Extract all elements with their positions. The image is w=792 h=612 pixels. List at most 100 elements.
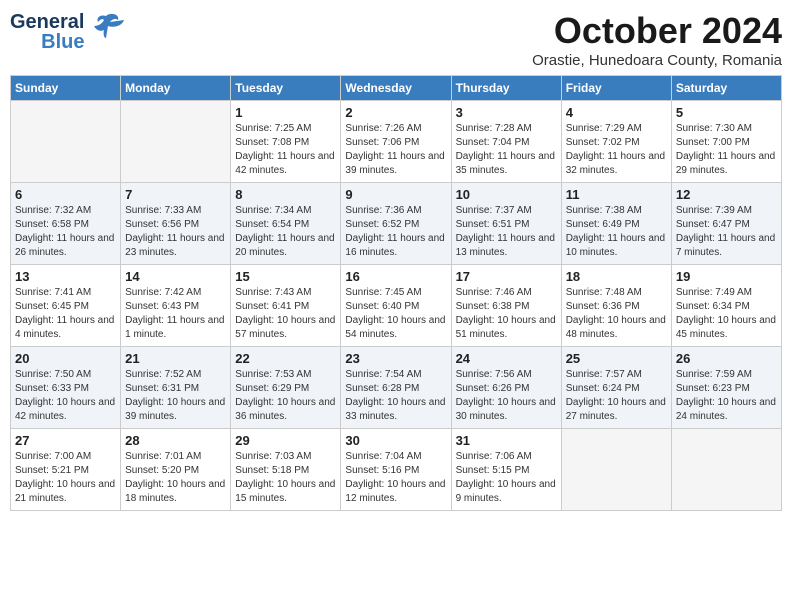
day-info: Sunrise: 7:03 AM Sunset: 5:18 PM Dayligh… xyxy=(235,450,336,506)
day-info: Sunrise: 7:30 AM Sunset: 7:00 PM Dayligh… xyxy=(676,122,777,178)
day-number: 4 xyxy=(566,105,667,120)
day-info: Sunrise: 7:53 AM Sunset: 6:29 PM Dayligh… xyxy=(235,368,336,424)
day-number: 3 xyxy=(456,105,557,120)
day-cell-27: 27Sunrise: 7:00 AM Sunset: 5:21 PM Dayli… xyxy=(11,429,121,511)
day-cell-29: 29 Sunrise: 7:03 AM Sunset: 5:18 PM Dayli… xyxy=(231,429,341,511)
day-info: Sunrise: 7:50 AM Sunset: 6:33 PM Dayligh… xyxy=(15,368,116,424)
day-info: Sunrise: 7:56 AM Sunset: 6:26 PM Dayligh… xyxy=(456,368,557,424)
day-number: 25 xyxy=(566,351,667,366)
day-cell-15: 15 Sunrise: 7:43 AM Sunset: 6:41 PM Dayli… xyxy=(231,265,341,347)
empty-cell xyxy=(561,429,671,511)
day-cell-11: 11 Sunrise: 7:38 AM Sunset: 6:49 PM Dayli… xyxy=(561,183,671,265)
day-number: 6 xyxy=(15,187,116,202)
day-cell-16: 16 Sunrise: 7:45 AM Sunset: 6:40 PM Dayli… xyxy=(341,265,451,347)
logo-blue: Blue xyxy=(41,32,84,52)
day-number: 17 xyxy=(456,269,557,284)
day-number: 24 xyxy=(456,351,557,366)
col-header-saturday: Saturday xyxy=(671,76,781,101)
day-cell-17: 17Sunrise: 7:46 AM Sunset: 6:38 PM Dayli… xyxy=(451,265,561,347)
day-number: 31 xyxy=(456,433,557,448)
day-cell-21: 21Sunrise: 7:52 AM Sunset: 6:31 PM Dayli… xyxy=(121,347,231,429)
day-info: Sunrise: 7:45 AM Sunset: 6:40 PM Dayligh… xyxy=(345,286,446,342)
day-number: 8 xyxy=(235,187,336,202)
day-number: 22 xyxy=(235,351,336,366)
week-row-1: 1 Sunrise: 7:25 AM Sunset: 7:08 PM Daylig… xyxy=(11,101,782,183)
week-row-2: 6 Sunrise: 7:32 AM Sunset: 6:58 PM Daylig… xyxy=(11,183,782,265)
day-cell-31: 31 Sunrise: 7:06 AM Sunset: 5:15 PM Dayli… xyxy=(451,429,561,511)
logo: General Blue xyxy=(10,10,124,54)
day-info: Sunrise: 7:34 AM Sunset: 6:54 PM Dayligh… xyxy=(235,204,336,260)
week-row-4: 20 Sunrise: 7:50 AM Sunset: 6:33 PM Dayli… xyxy=(11,347,782,429)
day-cell-7: 7 Sunrise: 7:33 AM Sunset: 6:56 PM Daylig… xyxy=(121,183,231,265)
day-cell-28: 28Sunrise: 7:01 AM Sunset: 5:20 PM Dayli… xyxy=(121,429,231,511)
day-cell-18: 18Sunrise: 7:48 AM Sunset: 6:36 PM Dayli… xyxy=(561,265,671,347)
day-info: Sunrise: 7:36 AM Sunset: 6:52 PM Dayligh… xyxy=(345,204,446,260)
calendar-table: SundayMondayTuesdayWednesdayThursdayFrid… xyxy=(10,75,782,511)
header: General Blue October 2024 Orastie, Huned… xyxy=(10,10,782,69)
week-row-5: 27Sunrise: 7:00 AM Sunset: 5:21 PM Dayli… xyxy=(11,429,782,511)
empty-cell xyxy=(11,101,121,183)
day-cell-23: 23Sunrise: 7:54 AM Sunset: 6:28 PM Dayli… xyxy=(341,347,451,429)
day-cell-22: 22 Sunrise: 7:53 AM Sunset: 6:29 PM Dayli… xyxy=(231,347,341,429)
col-header-tuesday: Tuesday xyxy=(231,76,341,101)
day-cell-19: 19 Sunrise: 7:49 AM Sunset: 6:34 PM Dayli… xyxy=(671,265,781,347)
day-info: Sunrise: 7:43 AM Sunset: 6:41 PM Dayligh… xyxy=(235,286,336,342)
day-info: Sunrise: 7:26 AM Sunset: 7:06 PM Dayligh… xyxy=(345,122,446,178)
day-number: 29 xyxy=(235,433,336,448)
col-header-wednesday: Wednesday xyxy=(341,76,451,101)
day-info: Sunrise: 7:48 AM Sunset: 6:36 PM Dayligh… xyxy=(566,286,667,342)
day-cell-26: 26 Sunrise: 7:59 AM Sunset: 6:23 PM Dayli… xyxy=(671,347,781,429)
col-header-sunday: Sunday xyxy=(11,76,121,101)
month-title: October 2024 xyxy=(532,10,782,52)
day-number: 26 xyxy=(676,351,777,366)
day-cell-20: 20 Sunrise: 7:50 AM Sunset: 6:33 PM Dayli… xyxy=(11,347,121,429)
day-cell-8: 8 Sunrise: 7:34 AM Sunset: 6:54 PM Daylig… xyxy=(231,183,341,265)
day-number: 19 xyxy=(676,269,777,284)
day-number: 14 xyxy=(125,269,226,284)
day-number: 7 xyxy=(125,187,226,202)
day-info: Sunrise: 7:39 AM Sunset: 6:47 PM Dayligh… xyxy=(676,204,777,260)
day-info: Sunrise: 7:00 AM Sunset: 5:21 PM Dayligh… xyxy=(15,450,116,506)
day-cell-4: 4 Sunrise: 7:29 AM Sunset: 7:02 PM Daylig… xyxy=(561,101,671,183)
week-row-3: 13 Sunrise: 7:41 AM Sunset: 6:45 PM Dayli… xyxy=(11,265,782,347)
day-number: 10 xyxy=(456,187,557,202)
day-number: 1 xyxy=(235,105,336,120)
day-number: 11 xyxy=(566,187,667,202)
day-info: Sunrise: 7:59 AM Sunset: 6:23 PM Dayligh… xyxy=(676,368,777,424)
day-number: 23 xyxy=(345,351,446,366)
day-cell-13: 13 Sunrise: 7:41 AM Sunset: 6:45 PM Dayli… xyxy=(11,265,121,347)
header-row: SundayMondayTuesdayWednesdayThursdayFrid… xyxy=(11,76,782,101)
day-info: Sunrise: 7:28 AM Sunset: 7:04 PM Dayligh… xyxy=(456,122,557,178)
day-number: 20 xyxy=(15,351,116,366)
day-info: Sunrise: 7:33 AM Sunset: 6:56 PM Dayligh… xyxy=(125,204,226,260)
day-cell-1: 1 Sunrise: 7:25 AM Sunset: 7:08 PM Daylig… xyxy=(231,101,341,183)
day-number: 28 xyxy=(125,433,226,448)
day-number: 13 xyxy=(15,269,116,284)
empty-cell xyxy=(121,101,231,183)
day-cell-25: 25 Sunrise: 7:57 AM Sunset: 6:24 PM Dayli… xyxy=(561,347,671,429)
day-info: Sunrise: 7:38 AM Sunset: 6:49 PM Dayligh… xyxy=(566,204,667,260)
empty-cell xyxy=(671,429,781,511)
logo-bird-icon xyxy=(88,10,124,54)
day-number: 16 xyxy=(345,269,446,284)
day-number: 12 xyxy=(676,187,777,202)
day-info: Sunrise: 7:04 AM Sunset: 5:16 PM Dayligh… xyxy=(345,450,446,506)
day-number: 15 xyxy=(235,269,336,284)
day-info: Sunrise: 7:41 AM Sunset: 6:45 PM Dayligh… xyxy=(15,286,116,342)
day-cell-5: 5Sunrise: 7:30 AM Sunset: 7:00 PM Daylig… xyxy=(671,101,781,183)
day-info: Sunrise: 7:06 AM Sunset: 5:15 PM Dayligh… xyxy=(456,450,557,506)
day-info: Sunrise: 7:29 AM Sunset: 7:02 PM Dayligh… xyxy=(566,122,667,178)
day-info: Sunrise: 7:57 AM Sunset: 6:24 PM Dayligh… xyxy=(566,368,667,424)
day-cell-12: 12 Sunrise: 7:39 AM Sunset: 6:47 PM Dayli… xyxy=(671,183,781,265)
day-cell-3: 3 Sunrise: 7:28 AM Sunset: 7:04 PM Daylig… xyxy=(451,101,561,183)
day-info: Sunrise: 7:32 AM Sunset: 6:58 PM Dayligh… xyxy=(15,204,116,260)
day-info: Sunrise: 7:25 AM Sunset: 7:08 PM Dayligh… xyxy=(235,122,336,178)
day-cell-2: 2Sunrise: 7:26 AM Sunset: 7:06 PM Daylig… xyxy=(341,101,451,183)
day-cell-6: 6 Sunrise: 7:32 AM Sunset: 6:58 PM Daylig… xyxy=(11,183,121,265)
location-title: Orastie, Hunedoara County, Romania xyxy=(532,52,782,69)
day-cell-24: 24 Sunrise: 7:56 AM Sunset: 6:26 PM Dayli… xyxy=(451,347,561,429)
col-header-friday: Friday xyxy=(561,76,671,101)
col-header-thursday: Thursday xyxy=(451,76,561,101)
day-info: Sunrise: 7:49 AM Sunset: 6:34 PM Dayligh… xyxy=(676,286,777,342)
day-info: Sunrise: 7:52 AM Sunset: 6:31 PM Dayligh… xyxy=(125,368,226,424)
